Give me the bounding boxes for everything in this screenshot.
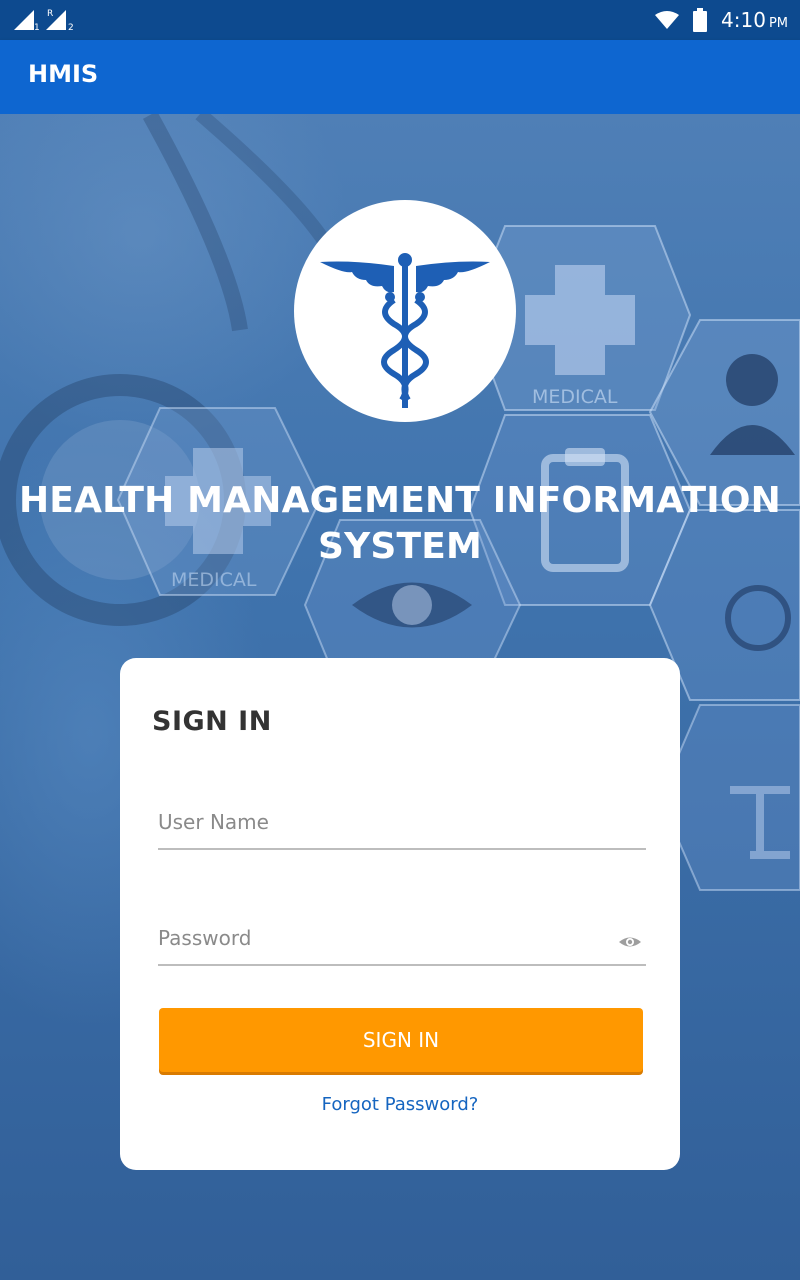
caduceus-icon — [320, 253, 490, 408]
signin-title: SIGN IN — [152, 706, 272, 737]
wifi-icon — [655, 11, 680, 29]
app-bar: HMIS — [0, 40, 800, 114]
signin-card: SIGN IN SIGN IN Forgot Password? — [120, 658, 680, 1170]
password-field[interactable] — [158, 916, 646, 966]
battery-icon — [693, 8, 708, 32]
status-bar: 1 R 2 4:10 PM — [0, 0, 800, 40]
hero-title-line1: HEALTH MANAGEMENT INFORMATION — [18, 480, 782, 521]
forgot-password-link[interactable]: Forgot Password? — [120, 1094, 680, 1115]
hmis-logo — [294, 200, 516, 422]
password-input[interactable] — [158, 916, 598, 960]
app-title: HMIS — [28, 60, 99, 88]
signal-icon: 1 R 2 — [14, 9, 74, 32]
signin-button[interactable]: SIGN IN — [159, 1008, 643, 1072]
hero-title-line2: SYSTEM — [317, 526, 483, 567]
sim1-label: 1 — [34, 23, 40, 32]
sim2-label: 2 — [68, 23, 74, 32]
background-label: MEDICAL — [171, 569, 257, 591]
show-password-icon[interactable] — [618, 930, 642, 954]
hero-title: HEALTH MANAGEMENT INFORMATION SYSTEM — [0, 478, 800, 570]
clock: 4:10 PM — [721, 8, 788, 32]
background-label: MEDICAL — [532, 386, 618, 408]
username-field[interactable] — [158, 800, 646, 850]
roaming-label: R — [47, 9, 53, 19]
username-input[interactable] — [158, 800, 598, 844]
